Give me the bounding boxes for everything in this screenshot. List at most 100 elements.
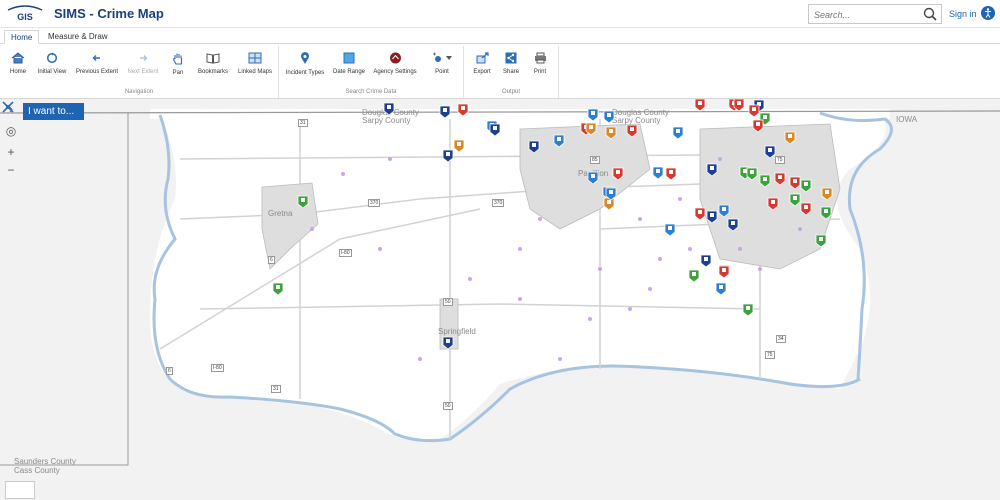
incident-point[interactable] — [628, 307, 632, 311]
incident-marker[interactable] — [383, 102, 395, 116]
incident-marker[interactable] — [694, 99, 706, 112]
incident-marker[interactable] — [700, 254, 712, 268]
incident-marker[interactable] — [553, 134, 565, 148]
incident-point[interactable] — [588, 317, 592, 321]
incident-marker[interactable] — [800, 179, 812, 193]
share-tool[interactable]: Share — [500, 52, 522, 75]
incident-point[interactable] — [388, 157, 392, 161]
arrow-left-icon — [92, 55, 100, 61]
incident-marker[interactable] — [820, 206, 832, 220]
incident-point[interactable] — [341, 172, 345, 176]
incident-marker[interactable] — [764, 145, 776, 159]
incident-marker[interactable] — [759, 174, 771, 188]
incident-marker[interactable] — [489, 123, 501, 137]
incident-point[interactable] — [598, 267, 602, 271]
incident-marker[interactable] — [453, 139, 465, 153]
incident-point[interactable] — [518, 297, 522, 301]
incident-marker[interactable] — [706, 163, 718, 177]
agency-settings-tool[interactable]: Agency Settings — [372, 52, 418, 75]
search-icon[interactable] — [923, 7, 937, 21]
incident-point[interactable] — [678, 197, 682, 201]
incident-point[interactable] — [468, 277, 472, 281]
incident-marker[interactable] — [715, 282, 727, 296]
incident-marker[interactable] — [528, 140, 540, 154]
incident-marker[interactable] — [727, 218, 739, 232]
incident-marker[interactable] — [706, 210, 718, 224]
incident-marker[interactable] — [442, 336, 454, 350]
incident-marker[interactable] — [800, 202, 812, 216]
incident-marker[interactable] — [789, 193, 801, 207]
incident-marker[interactable] — [605, 126, 617, 140]
incident-point[interactable] — [310, 227, 314, 231]
incident-marker[interactable] — [789, 176, 801, 190]
export-tool[interactable]: Export — [470, 52, 494, 75]
crime-markers-layer[interactable] — [0, 99, 1000, 500]
incident-marker[interactable] — [742, 303, 754, 317]
incident-marker[interactable] — [815, 234, 827, 248]
map-view[interactable]: I want to... › ◎ + − Douglas County Sarp… — [0, 99, 1000, 500]
pan-tool[interactable]: Pan — [168, 52, 188, 76]
incident-marker[interactable] — [603, 110, 615, 124]
bookmarks-tool[interactable]: Bookmarks — [195, 52, 231, 75]
incident-marker[interactable] — [774, 172, 786, 186]
incident-marker[interactable] — [652, 166, 664, 180]
search-input[interactable] — [809, 6, 917, 24]
incident-marker[interactable] — [688, 269, 700, 283]
linked-maps-tool[interactable]: Linked Maps — [236, 52, 274, 75]
incident-marker[interactable] — [746, 167, 758, 181]
incident-marker[interactable] — [457, 103, 469, 117]
incident-point[interactable] — [558, 357, 562, 361]
incident-point[interactable] — [378, 247, 382, 251]
incident-point[interactable] — [658, 257, 662, 261]
incident-marker[interactable] — [587, 171, 599, 185]
date-range-tool[interactable]: Date Range — [331, 52, 367, 75]
incident-point[interactable] — [648, 287, 652, 291]
export-label: Export — [473, 69, 491, 75]
incident-types-tool[interactable]: Incident Types — [284, 52, 326, 76]
incident-marker[interactable] — [442, 149, 454, 163]
incident-point[interactable] — [638, 217, 642, 221]
incident-marker[interactable] — [439, 105, 451, 119]
accessibility-icon[interactable] — [981, 6, 995, 20]
incident-marker[interactable] — [665, 167, 677, 181]
incident-marker[interactable] — [672, 126, 684, 140]
initial-view-label: Initial View — [37, 69, 67, 75]
incident-marker[interactable] — [784, 131, 796, 145]
incident-marker[interactable] — [272, 282, 284, 296]
incident-marker[interactable] — [664, 223, 676, 237]
next-extent-tool[interactable]: Next Extent — [125, 52, 161, 75]
incident-marker[interactable] — [297, 195, 309, 209]
home-tool[interactable]: Home — [7, 52, 29, 75]
tab-home[interactable]: Home — [4, 30, 40, 44]
incident-marker[interactable] — [718, 265, 730, 279]
tab-measure-draw[interactable]: Measure & Draw — [42, 30, 114, 44]
incident-point[interactable] — [758, 267, 762, 271]
incident-point[interactable] — [718, 157, 722, 161]
incident-marker[interactable] — [694, 207, 706, 221]
ribbon: Home Initial View Previous Extent Next E… — [0, 44, 1000, 99]
incident-point[interactable] — [418, 357, 422, 361]
incident-marker[interactable] — [767, 197, 779, 211]
incident-point[interactable] — [688, 247, 692, 251]
share-label: Share — [502, 69, 519, 75]
incident-marker[interactable] — [603, 197, 615, 211]
home-icon — [11, 52, 25, 64]
incident-marker[interactable] — [748, 104, 760, 118]
point-tool[interactable]: Point — [427, 52, 457, 75]
previous-extent-tool[interactable]: Previous Extent — [74, 52, 120, 75]
initial-view-tool[interactable]: Initial View — [34, 52, 70, 75]
incident-marker[interactable] — [587, 108, 599, 122]
incident-marker[interactable] — [718, 204, 730, 218]
incident-marker[interactable] — [612, 167, 624, 181]
ribbon-tabs: Home Measure & Draw — [0, 28, 1000, 44]
incident-point[interactable] — [538, 217, 542, 221]
incident-point[interactable] — [518, 247, 522, 251]
incident-marker[interactable] — [626, 124, 638, 138]
print-tool[interactable]: Print — [528, 52, 552, 75]
output-group-label: Output — [501, 89, 520, 95]
incident-point[interactable] — [738, 247, 742, 251]
incident-marker[interactable] — [821, 187, 833, 201]
incident-marker[interactable] — [752, 119, 764, 133]
incident-point[interactable] — [798, 227, 802, 231]
sign-in-link[interactable]: Sign in — [949, 9, 977, 19]
